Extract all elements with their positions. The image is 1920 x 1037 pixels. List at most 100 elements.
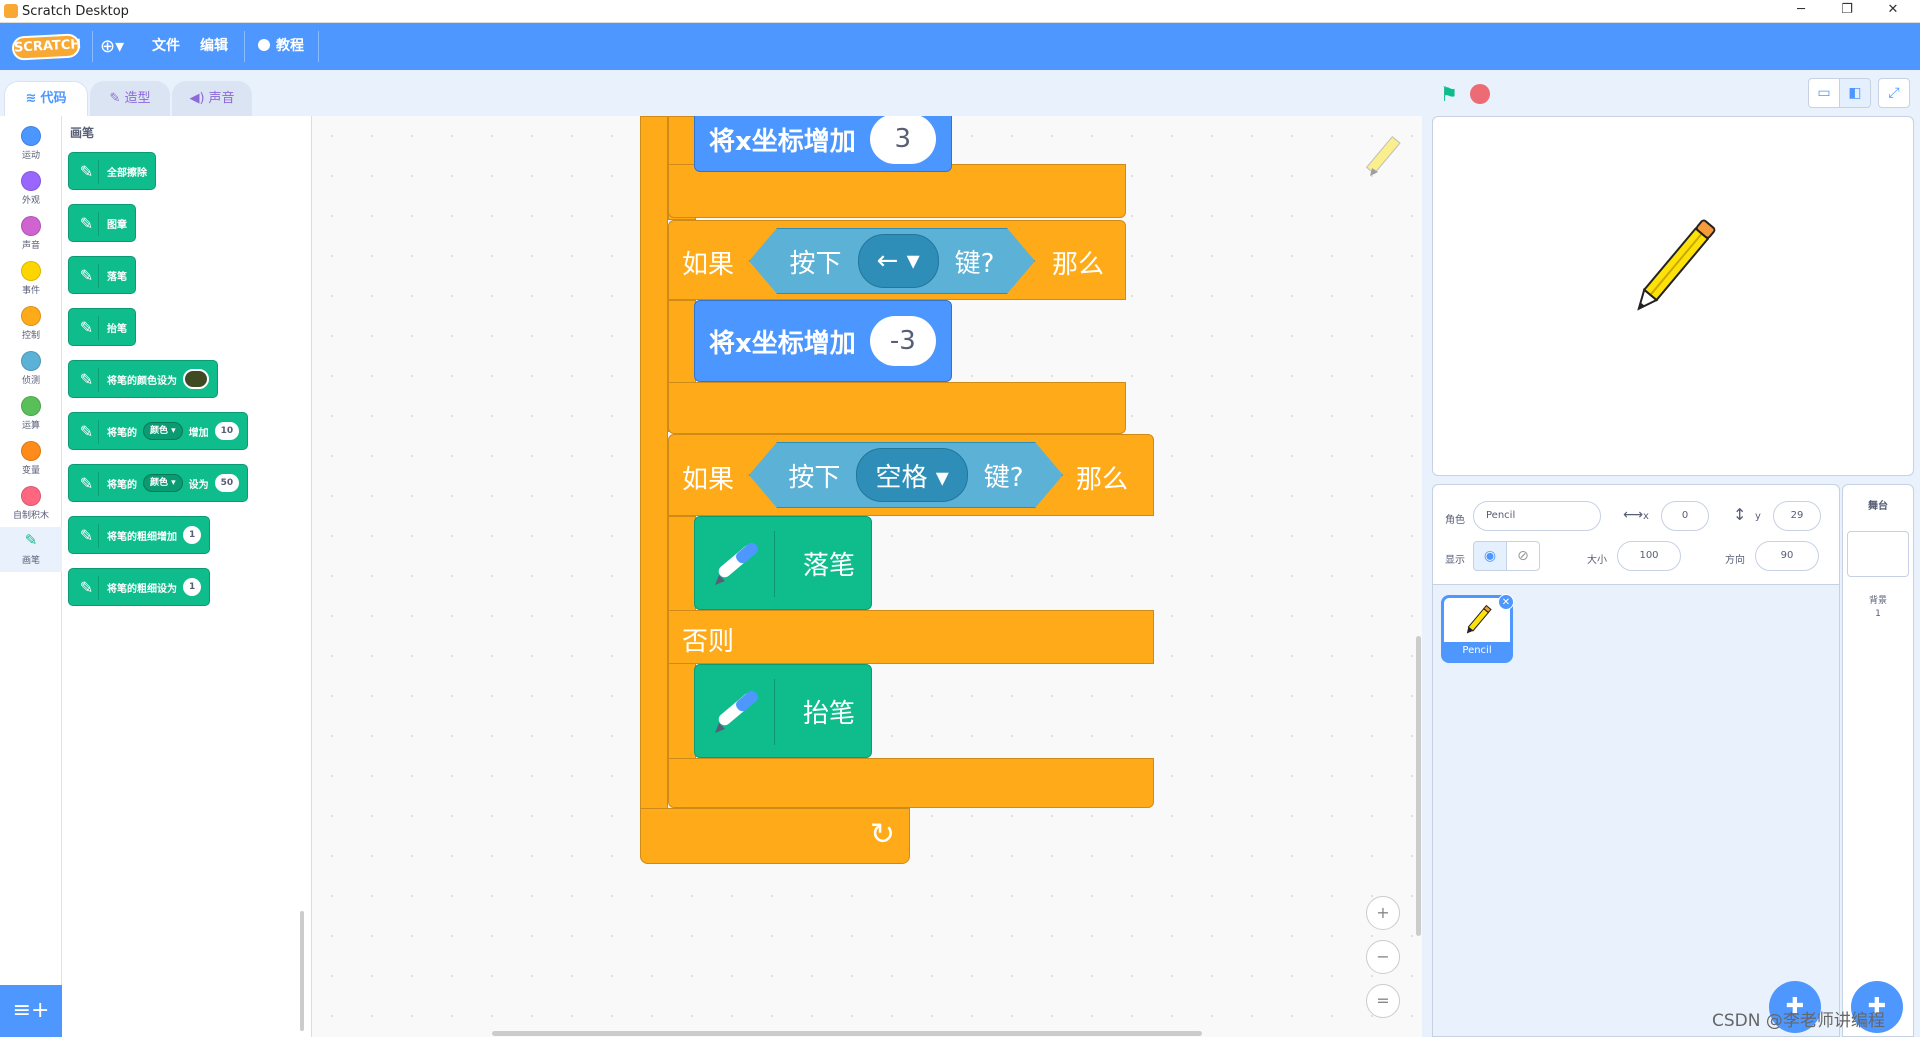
pen-up-block[interactable]: 抬笔 — [694, 664, 872, 758]
category-7[interactable]: 变量 — [0, 437, 62, 482]
size-input[interactable]: 100 — [1617, 541, 1681, 571]
if-block-bottom[interactable] — [668, 164, 1126, 218]
palette-scrollbar[interactable] — [300, 911, 304, 1031]
menu-edit[interactable]: 编辑 — [200, 23, 228, 70]
category-1[interactable]: 外观 — [0, 167, 62, 212]
tab-sounds[interactable]: ◀) 声音 — [172, 81, 252, 116]
language-globe-icon[interactable]: ⊕▾ — [100, 23, 124, 70]
key-dropdown[interactable]: 空格 ▾ — [856, 448, 967, 502]
close-button[interactable]: ✕ — [1870, 0, 1916, 22]
palette-block-pen-up[interactable]: ✎ 抬笔 — [68, 308, 136, 346]
number-input[interactable]: 1 — [183, 526, 202, 544]
block-palette: 画笔 ✎ 全部擦除 ✎ 图章 ✎ 落笔 ✎ 抬笔 ✎ 将笔的颜色设为 ✎ 将笔的 颜色 ▾ 增加… — [62, 116, 312, 1037]
category-label: 声音 — [21, 241, 40, 251]
pen-icon: ✎ — [75, 420, 99, 444]
direction-input[interactable]: 90 — [1755, 541, 1819, 571]
zoom-out-button[interactable]: − — [1366, 940, 1400, 974]
category-dot-icon — [21, 441, 41, 461]
number-input[interactable]: 50 — [214, 474, 240, 492]
color-swatch[interactable] — [183, 369, 209, 389]
pencil-sprite[interactable] — [1623, 207, 1733, 317]
menu-file[interactable]: 文件 — [152, 23, 180, 70]
pen-icon: ✎ — [24, 531, 38, 549]
category-8[interactable]: 自制积木 — [0, 482, 62, 527]
param-dropdown[interactable]: 颜色 ▾ — [143, 422, 183, 440]
scratch-logo[interactable]: SCRATCH — [11, 33, 82, 61]
category-0[interactable]: 运动 — [0, 122, 62, 167]
number-input[interactable]: -3 — [869, 316, 936, 366]
backdrops-count: 1 — [1875, 609, 1881, 619]
category-6[interactable]: 运算 — [0, 392, 62, 437]
change-x-block[interactable]: 将x坐标增加 3 — [694, 116, 952, 172]
green-flag-icon[interactable]: ⚑ — [1440, 82, 1458, 106]
sprite-label: 角色 — [1445, 515, 1465, 526]
sprite-thumbnail[interactable]: ✕ Pencil — [1441, 594, 1514, 663]
palette-block-set-size[interactable]: ✎ 将笔的粗细设为 1 — [68, 568, 211, 606]
tab-costumes[interactable]: ✎ 造型 — [90, 81, 170, 116]
key-pressed-block[interactable]: 按下 空格 ▾ 键? — [749, 442, 1063, 508]
restore-button[interactable]: ❐ — [1824, 0, 1870, 22]
y-input[interactable]: 29 — [1773, 501, 1821, 531]
backdrops-label: 背景 — [1868, 596, 1887, 606]
number-input[interactable]: 1 — [183, 578, 202, 596]
change-x-block[interactable]: 将x坐标增加 -3 — [694, 300, 952, 382]
block-label: 键? — [983, 462, 1024, 493]
pen-icon: ✎ — [75, 472, 99, 496]
pen-down-block[interactable]: 落笔 — [694, 516, 872, 610]
show-sprite-button[interactable]: ◉ — [1473, 541, 1507, 571]
if-keyword: 如果 — [682, 250, 735, 280]
block-label: 将笔的颜色设为 — [107, 375, 177, 387]
palette-block-set-param[interactable]: ✎ 将笔的 颜色 ▾ 设为 50 — [68, 464, 249, 502]
workspace-vscrollbar[interactable] — [1416, 636, 1421, 936]
zoom-in-button[interactable]: + — [1366, 896, 1400, 930]
sprite-pane: 角色 Pencil ⟷ x 0 ↕ y 29 显示 ◉ ⊘ 大小 100 方向 … — [1432, 484, 1840, 1037]
tab-code[interactable]: ≋ 代码 — [4, 81, 88, 116]
category-5[interactable]: 侦测 — [0, 347, 62, 392]
x-input[interactable]: 0 — [1661, 501, 1709, 531]
hide-sprite-button[interactable]: ⊘ — [1506, 541, 1540, 571]
param-dropdown[interactable]: 颜色 ▾ — [143, 474, 183, 492]
add-extension-button[interactable]: ≡+ — [0, 985, 62, 1037]
category-3[interactable]: 事件 — [0, 257, 62, 302]
palette-block-set-color[interactable]: ✎ 将笔的颜色设为 — [68, 360, 218, 398]
fullscreen-icon: ⤢ — [1888, 85, 1900, 101]
delete-sprite-icon[interactable]: ✕ — [1498, 594, 1514, 610]
palette-block-clear[interactable]: ✎ 全部擦除 — [68, 152, 156, 190]
key-pressed-block[interactable]: 按下 ← ▾ 键? — [749, 228, 1035, 294]
stage-target-pane[interactable]: 舞台 背景 1 ✚ — [1842, 484, 1914, 1037]
palette-block-stamp[interactable]: ✎ 图章 — [68, 204, 136, 242]
category-menu: 运动外观声音事件 控制 侦测 运算 变量 自制积木 ✎ 画笔 — [0, 116, 62, 1037]
fullscreen-button[interactable]: ⤢ — [1878, 78, 1910, 108]
direction-label: 方向 — [1725, 555, 1745, 566]
key-dropdown[interactable]: ← ▾ — [858, 234, 939, 288]
if-else-block-bottom[interactable] — [668, 758, 1154, 808]
block-label: 抬笔 — [803, 699, 856, 729]
palette-block-pen-down[interactable]: ✎ 落笔 — [68, 256, 136, 294]
pen-icon: ✎ — [75, 212, 99, 236]
stop-icon[interactable] — [1470, 84, 1490, 104]
forever-loop-bottom[interactable]: ↻ — [640, 808, 910, 864]
category-label: 运动 — [21, 151, 40, 161]
palette-block-change-param[interactable]: ✎ 将笔的 颜色 ▾ 增加 10 — [68, 412, 249, 450]
show-label: 显示 — [1445, 555, 1465, 566]
backdrop-thumbnail[interactable] — [1847, 531, 1909, 577]
number-input[interactable]: 3 — [869, 116, 936, 164]
palette-block-change-size[interactable]: ✎ 将笔的粗细增加 1 — [68, 516, 211, 554]
menu-tutorials[interactable]: 教程 — [258, 23, 304, 70]
zoom-reset-button[interactable]: = — [1366, 984, 1400, 1018]
code-workspace[interactable]: ↻ 将x坐标增加 3 如果 按下 ← ▾ 键? 那么 将x坐标增加 -3 如果 … — [312, 116, 1422, 1037]
forever-loop-arm[interactable] — [640, 116, 668, 864]
normal-stage-button[interactable]: ◧ — [1839, 78, 1871, 108]
else-section[interactable] — [668, 610, 1154, 664]
minimize-button[interactable]: ─ — [1778, 0, 1824, 22]
category-9[interactable]: ✎ 画笔 — [0, 527, 62, 572]
sprite-name-input[interactable]: Pencil — [1473, 501, 1601, 531]
number-input[interactable]: 10 — [214, 422, 240, 440]
if-block-bottom[interactable] — [668, 382, 1126, 434]
category-4[interactable]: 控制 — [0, 302, 62, 347]
pen-icon — [705, 531, 775, 597]
small-stage-button[interactable]: ▭ — [1808, 78, 1840, 108]
stage[interactable] — [1432, 116, 1914, 476]
category-2[interactable]: 声音 — [0, 212, 62, 257]
workspace-hscrollbar[interactable] — [492, 1031, 1202, 1036]
